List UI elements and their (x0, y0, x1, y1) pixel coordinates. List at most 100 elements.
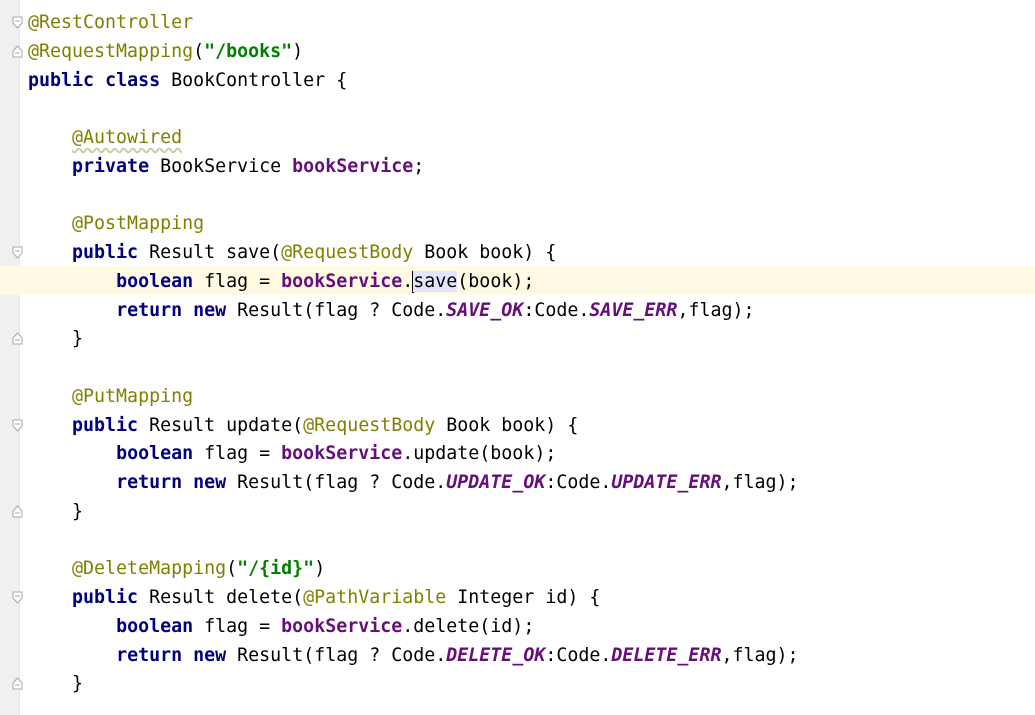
code-token: DELETE_OK (446, 644, 546, 666)
code-token: bookService (281, 615, 403, 637)
code-token: public (72, 587, 139, 608)
code-token: new (193, 644, 227, 666)
fold-open-icon[interactable] (12, 419, 23, 432)
code-line[interactable]: @RequestMapping("/books") (28, 37, 303, 66)
code-token: bookService (292, 155, 414, 177)
code-token: Book book) { (435, 414, 579, 436)
code-token: } (72, 500, 84, 522)
code-line[interactable]: boolean flag = bookService.delete(id); (28, 612, 534, 641)
code-token: .delete(id); (402, 615, 535, 637)
code-line[interactable]: public Result delete(@PathVariable Integ… (28, 583, 600, 612)
code-token: return (116, 644, 183, 666)
code-token: Book book) { (413, 242, 557, 263)
code-token: public (72, 242, 139, 263)
code-line[interactable]: @PutMapping (28, 382, 193, 411)
code-token: BookController { (160, 69, 348, 91)
code-token: new (193, 299, 227, 321)
code-token: Result(flag ? Code. (226, 299, 447, 321)
code-token: ,flag); (721, 472, 799, 493)
code-token: @PostMapping (72, 213, 205, 235)
code-token: @RequestBody (281, 242, 414, 263)
code-token: @DeleteMapping (72, 558, 227, 580)
code-token: ; (413, 155, 425, 177)
code-token: ) (314, 558, 326, 580)
code-token: new (193, 472, 227, 493)
code-editor[interactable]: @RestController @RequestMapping("/books")… (0, 0, 1035, 715)
code-token: public (72, 414, 139, 436)
code-token: Result save( (138, 242, 282, 263)
fold-open-icon[interactable] (12, 16, 23, 29)
code-line[interactable]: boolean flag = bookService.save(book); (28, 267, 534, 296)
code-line[interactable]: private BookService bookService; (28, 152, 424, 181)
editor-gutter[interactable] (0, 0, 20, 715)
code-line[interactable]: } (28, 669, 83, 698)
code-line[interactable]: boolean flag = bookService.update(book); (28, 439, 556, 468)
code-token: UPDATE_OK (446, 472, 546, 493)
code-token: return (116, 299, 183, 321)
code-token: Integer id) { (446, 587, 601, 608)
code-token: ,flag); (721, 644, 799, 666)
code-line[interactable]: return new Result(flag ? Code.DELETE_OK:… (28, 641, 799, 670)
code-token: ,flag); (677, 299, 755, 321)
code-token: ) (292, 40, 304, 62)
code-token: SAVE_OK (446, 299, 524, 321)
code-token: private (72, 155, 150, 177)
code-token: @RequestBody (303, 414, 436, 436)
code-token: return (116, 472, 183, 493)
code-token: bookService (281, 270, 403, 292)
code-line[interactable]: return new Result(flag ? Code.UPDATE_OK:… (28, 468, 799, 497)
fold-open-icon[interactable] (12, 591, 23, 604)
code-token: Result(flag ? Code. (226, 472, 447, 493)
code-line[interactable]: @PostMapping (28, 209, 204, 238)
code-token: ( (226, 558, 238, 580)
code-token: SAVE_ERR (589, 299, 678, 321)
fold-open-icon[interactable] (12, 246, 23, 259)
code-token: } (72, 673, 84, 695)
code-token: :Code. (545, 644, 612, 666)
fold-close-icon[interactable] (12, 677, 23, 690)
code-token: save (413, 270, 458, 292)
code-token: "/books" (204, 40, 293, 62)
code-token: "/{id}" (237, 558, 315, 580)
code-token: ( (193, 40, 205, 62)
code-token: boolean (116, 615, 194, 637)
fold-close-icon[interactable] (12, 332, 23, 345)
code-line[interactable]: @DeleteMapping("/{id}") (28, 554, 325, 583)
code-token: UPDATE_ERR (611, 472, 722, 493)
code-token: BookService (149, 155, 293, 177)
code-token: } (72, 328, 84, 350)
code-line[interactable]: public Result save(@RequestBody Book boo… (28, 238, 556, 267)
code-line[interactable]: } (28, 497, 83, 526)
code-line[interactable]: } (28, 324, 83, 353)
code-line[interactable]: @Autowired (28, 123, 182, 152)
fold-close-icon[interactable] (12, 505, 23, 518)
code-line[interactable]: return new Result(flag ? Code.SAVE_OK:Co… (28, 296, 754, 325)
code-token: DELETE_ERR (611, 644, 722, 666)
code-token: :Code. (545, 472, 612, 493)
fold-close-icon[interactable] (12, 45, 23, 58)
code-token: Result(flag ? Code. (226, 644, 447, 666)
code-line[interactable]: public Result update(@RequestBody Book b… (28, 411, 578, 440)
code-token: (book); (457, 270, 535, 292)
code-token: @PutMapping (72, 385, 194, 407)
code-token: Result delete( (138, 587, 304, 608)
code-token: @RequestMapping (28, 40, 194, 62)
code-line[interactable]: public class BookController { (28, 66, 347, 95)
code-token: flag = (193, 443, 282, 465)
code-line[interactable]: @RestController (28, 8, 193, 37)
